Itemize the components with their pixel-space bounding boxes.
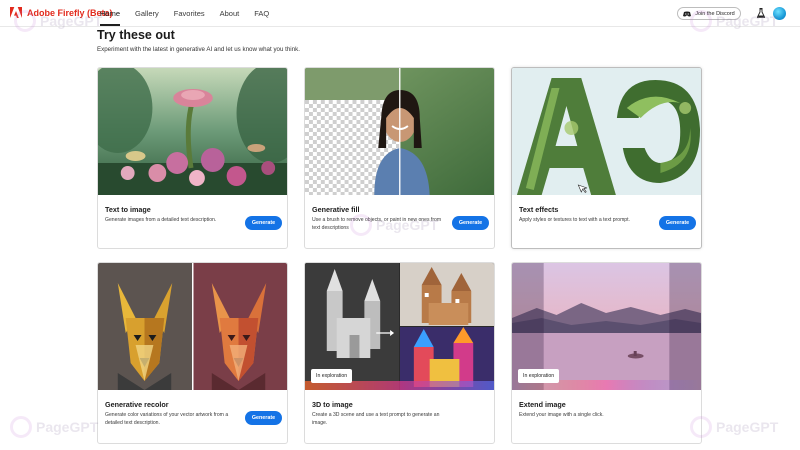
watermark: PageGPT [690, 416, 778, 438]
nav-about[interactable]: About [220, 9, 240, 18]
card-title: Extend image [519, 400, 566, 409]
card-description: Create a 3D scene and use a text prompt … [312, 412, 440, 426]
generate-button[interactable]: Generate [245, 411, 282, 425]
generate-button[interactable]: Generate [245, 216, 282, 230]
discord-icon [683, 11, 692, 16]
card-description: Extend your image with a single click. [519, 412, 604, 418]
generative-recolor-thumbnail [98, 263, 287, 390]
card-description: Generate images from a detailed text des… [105, 217, 217, 223]
card-title: Text to image [105, 205, 151, 214]
card-description: Use a brush to remove objects, or paint … [312, 217, 442, 231]
watermark-text: PageGPT [716, 419, 779, 435]
brand[interactable]: Adobe Firefly (Beta) [10, 7, 113, 19]
card-generative-fill[interactable]: Generative fill Use a brush to remove ob… [304, 67, 495, 249]
card-3d-to-image[interactable]: In exploration 3D to image Create a 3D s… [304, 262, 495, 444]
card-title: 3D to image [312, 400, 353, 409]
text-effects-thumbnail [512, 68, 701, 195]
in-exploration-badge: In exploration [311, 369, 353, 383]
nav-gallery[interactable]: Gallery [135, 9, 159, 18]
card-title: Generative recolor [105, 400, 169, 409]
user-avatar[interactable] [773, 7, 786, 20]
page-subtitle: Experiment with the latest in generative… [97, 46, 300, 53]
in-exploration-badge: In exploration [518, 369, 560, 383]
main-nav: Home Gallery Favorites About FAQ [100, 9, 269, 26]
generative-fill-thumbnail [305, 68, 494, 195]
watermark-text: PageGPT [36, 419, 99, 435]
nav-faq[interactable]: FAQ [254, 9, 269, 18]
card-description: Generate color variations of your vector… [105, 412, 229, 426]
nav-favorites[interactable]: Favorites [174, 9, 205, 18]
flask-icon[interactable] [757, 8, 765, 18]
text-to-image-thumbnail [98, 68, 287, 195]
generate-button[interactable]: Generate [452, 216, 489, 230]
watermark-logo-icon [10, 416, 32, 438]
page-title: Try these out [97, 28, 175, 42]
nav-home[interactable]: Home [100, 9, 121, 26]
join-discord-button[interactable]: Join the Discord [677, 7, 741, 20]
top-navigation-bar: Adobe Firefly (Beta) Home Gallery Favori… [0, 0, 800, 27]
watermark: PageGPT [10, 416, 98, 438]
card-description: Apply styles or textures to text with a … [519, 217, 630, 223]
adobe-logo-icon [10, 7, 22, 18]
card-text-to-image[interactable]: Text to image Generate images from a det… [97, 67, 288, 249]
card-title: Generative fill [312, 205, 360, 214]
card-text-effects[interactable]: Text effects Apply styles or textures to… [511, 67, 702, 249]
card-title: Text effects [519, 205, 559, 214]
card-generative-recolor[interactable]: Generative recolor Generate color variat… [97, 262, 288, 444]
generate-button[interactable]: Generate [659, 216, 696, 230]
join-discord-label: Join the Discord [695, 10, 735, 17]
card-extend-image[interactable]: In exploration Extend image Extend your … [511, 262, 702, 444]
